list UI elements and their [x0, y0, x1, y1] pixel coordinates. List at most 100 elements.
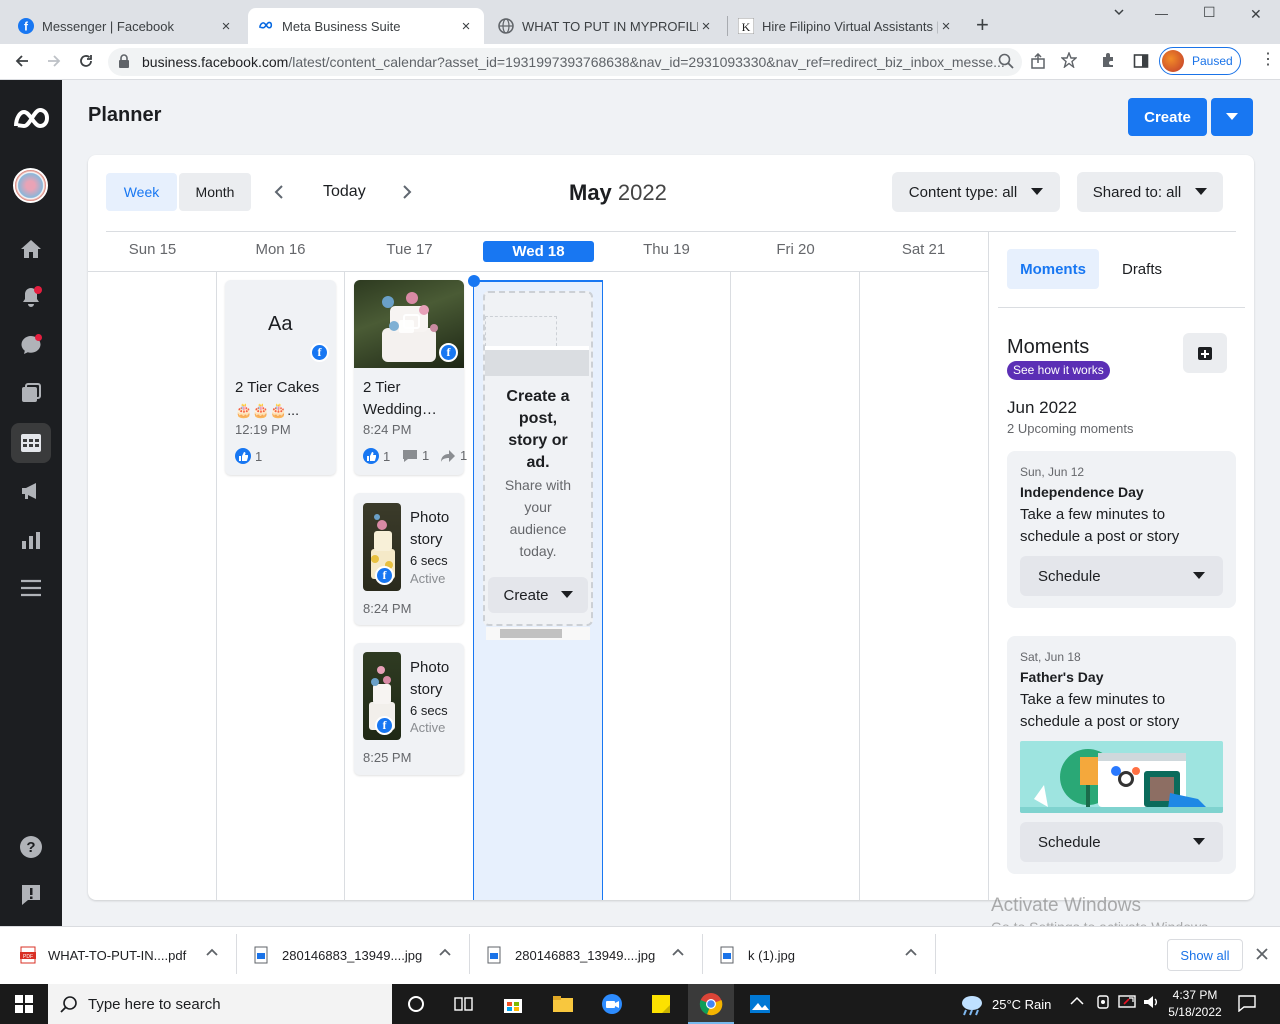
network-icon[interactable]: [1118, 994, 1136, 1010]
comment-count: 1: [422, 448, 430, 463]
week-view-button[interactable]: Week: [106, 173, 177, 211]
facebook-badge-icon: f: [439, 343, 458, 362]
download-options-icon[interactable]: [439, 948, 451, 956]
share-count: 1: [460, 448, 468, 463]
tab-messenger[interactable]: f Messenger | Facebook ×: [8, 8, 244, 44]
back-icon[interactable]: [14, 53, 30, 69]
download-filename: 280146883_13949....jpg: [282, 947, 423, 963]
inbox-icon[interactable]: [11, 325, 51, 365]
forward-icon[interactable]: [46, 53, 62, 69]
month-view-button[interactable]: Month: [179, 173, 251, 211]
scrollbar-thumb[interactable]: [500, 629, 562, 638]
windows-start-icon[interactable]: [15, 995, 33, 1013]
create-post-button[interactable]: Create: [488, 577, 588, 613]
story-time: 8:24 PM: [363, 601, 412, 616]
tab-meta-business-suite[interactable]: Meta Business Suite ×: [248, 8, 484, 44]
see-how-it-works-link[interactable]: See how it works: [1007, 361, 1110, 380]
new-tab-button[interactable]: +: [976, 12, 989, 38]
side-panel-icon[interactable]: [1133, 53, 1149, 69]
chrome-menu-icon[interactable]: ⋮: [1260, 52, 1276, 68]
minimize-button[interactable]: —: [1155, 6, 1168, 21]
shared-to-filter[interactable]: Shared to: all: [1077, 172, 1223, 212]
home-icon[interactable]: [11, 229, 51, 269]
meta-logo[interactable]: [12, 106, 52, 134]
add-moment-button[interactable]: [1183, 333, 1227, 373]
download-separator: [469, 934, 470, 974]
previous-week-icon[interactable]: [272, 184, 286, 200]
tab-what-to-put[interactable]: WHAT TO PUT IN MYPROFILE ×: [488, 8, 724, 44]
close-tab-icon[interactable]: ×: [218, 18, 234, 35]
help-icon[interactable]: ?: [11, 827, 51, 867]
create-button[interactable]: Create: [1128, 98, 1207, 136]
fathers-day-illustration: [1020, 741, 1223, 813]
close-tab-icon[interactable]: ×: [698, 18, 714, 35]
action-center-icon[interactable]: [1238, 994, 1256, 1012]
weather-icon[interactable]: [958, 994, 984, 1016]
taskbar-clock[interactable]: 4:37 PM 5/18/2022: [1166, 987, 1224, 1021]
clock-time: 4:37 PM: [1172, 988, 1218, 1002]
file-explorer-icon[interactable]: [549, 990, 577, 1018]
extensions-icon[interactable]: [1100, 52, 1116, 68]
today-button[interactable]: Today: [323, 183, 366, 201]
schedule-button[interactable]: Schedule: [1020, 556, 1223, 596]
feedback-icon[interactable]: [11, 875, 51, 915]
content-icon[interactable]: [11, 374, 51, 414]
address-bar[interactable]: business.facebook.com/latest/content_cal…: [108, 48, 1022, 76]
microsoft-store-icon[interactable]: [499, 990, 527, 1018]
share-icon[interactable]: [1030, 53, 1046, 69]
close-tab-icon[interactable]: ×: [938, 18, 954, 35]
weather-text[interactable]: 25°C Rain: [992, 997, 1051, 1012]
content-type-filter[interactable]: Content type: all: [892, 172, 1060, 212]
task-view-icon[interactable]: [450, 990, 478, 1018]
notifications-icon[interactable]: [11, 277, 51, 317]
download-item[interactable]: 280146883_13949....jpg: [254, 926, 454, 984]
moment-name: Independence Day: [1020, 484, 1144, 500]
zoom-icon[interactable]: [998, 53, 1014, 69]
filter-label: Shared to: all: [1092, 183, 1182, 201]
facebook-badge-icon: f: [310, 343, 329, 362]
download-item[interactable]: PDF WHAT-TO-PUT-IN....pdf: [20, 926, 220, 984]
lock-icon[interactable]: [118, 54, 130, 68]
all-tools-menu-icon[interactable]: [11, 568, 51, 608]
profile-button[interactable]: Paused: [1159, 47, 1241, 75]
close-window-button[interactable]: ✕: [1250, 6, 1262, 23]
tab-moments[interactable]: Moments: [1007, 249, 1099, 289]
insights-icon[interactable]: [11, 520, 51, 560]
bookmark-star-icon[interactable]: [1061, 52, 1077, 68]
hidden-icons-chevron-icon[interactable]: [1070, 996, 1084, 1006]
photos-icon[interactable]: [746, 990, 774, 1018]
upcoming-count: 2 Upcoming moments: [1007, 421, 1134, 436]
tab-hire-filipino[interactable]: K Hire Filipino Virtual Assistants | F ×: [728, 8, 964, 44]
download-item[interactable]: k (1).jpg: [720, 926, 920, 984]
tab-drafts[interactable]: Drafts: [1103, 249, 1181, 289]
show-all-downloads-button[interactable]: Show all: [1167, 939, 1243, 971]
zoom-app-icon[interactable]: [598, 990, 626, 1018]
create-dropdown-button[interactable]: [1211, 98, 1253, 136]
ads-megaphone-icon[interactable]: [11, 471, 51, 511]
volume-icon[interactable]: [1143, 994, 1161, 1010]
horizontal-scrollbar[interactable]: [486, 627, 590, 640]
maximize-button[interactable]: ☐: [1203, 4, 1216, 21]
tab-search-icon[interactable]: [1112, 5, 1126, 19]
close-downloads-icon[interactable]: [1255, 947, 1269, 961]
download-options-icon[interactable]: [672, 948, 684, 956]
post-title-line1: 2 Tier: [363, 379, 401, 396]
taskbar-search-box[interactable]: Type here to search: [48, 984, 392, 1024]
like-icon: [363, 448, 379, 464]
close-tab-icon[interactable]: ×: [458, 18, 474, 35]
sticky-notes-icon[interactable]: [647, 990, 675, 1018]
reload-icon[interactable]: [78, 53, 94, 69]
planner-icon[interactable]: [11, 423, 51, 463]
download-options-icon[interactable]: [206, 948, 218, 956]
cortana-icon[interactable]: [402, 990, 430, 1018]
download-separator: [702, 934, 703, 974]
next-week-icon[interactable]: [400, 184, 414, 200]
download-options-icon[interactable]: [905, 948, 917, 956]
page-avatar[interactable]: [13, 168, 48, 203]
chrome-icon[interactable]: [697, 990, 725, 1018]
download-item[interactable]: 280146883_13949....jpg: [487, 926, 687, 984]
schedule-button[interactable]: Schedule: [1020, 822, 1223, 862]
svg-text:PDF: PDF: [23, 954, 33, 960]
post-likes: 1: [363, 448, 390, 464]
onedrive-icon[interactable]: [1095, 994, 1111, 1010]
